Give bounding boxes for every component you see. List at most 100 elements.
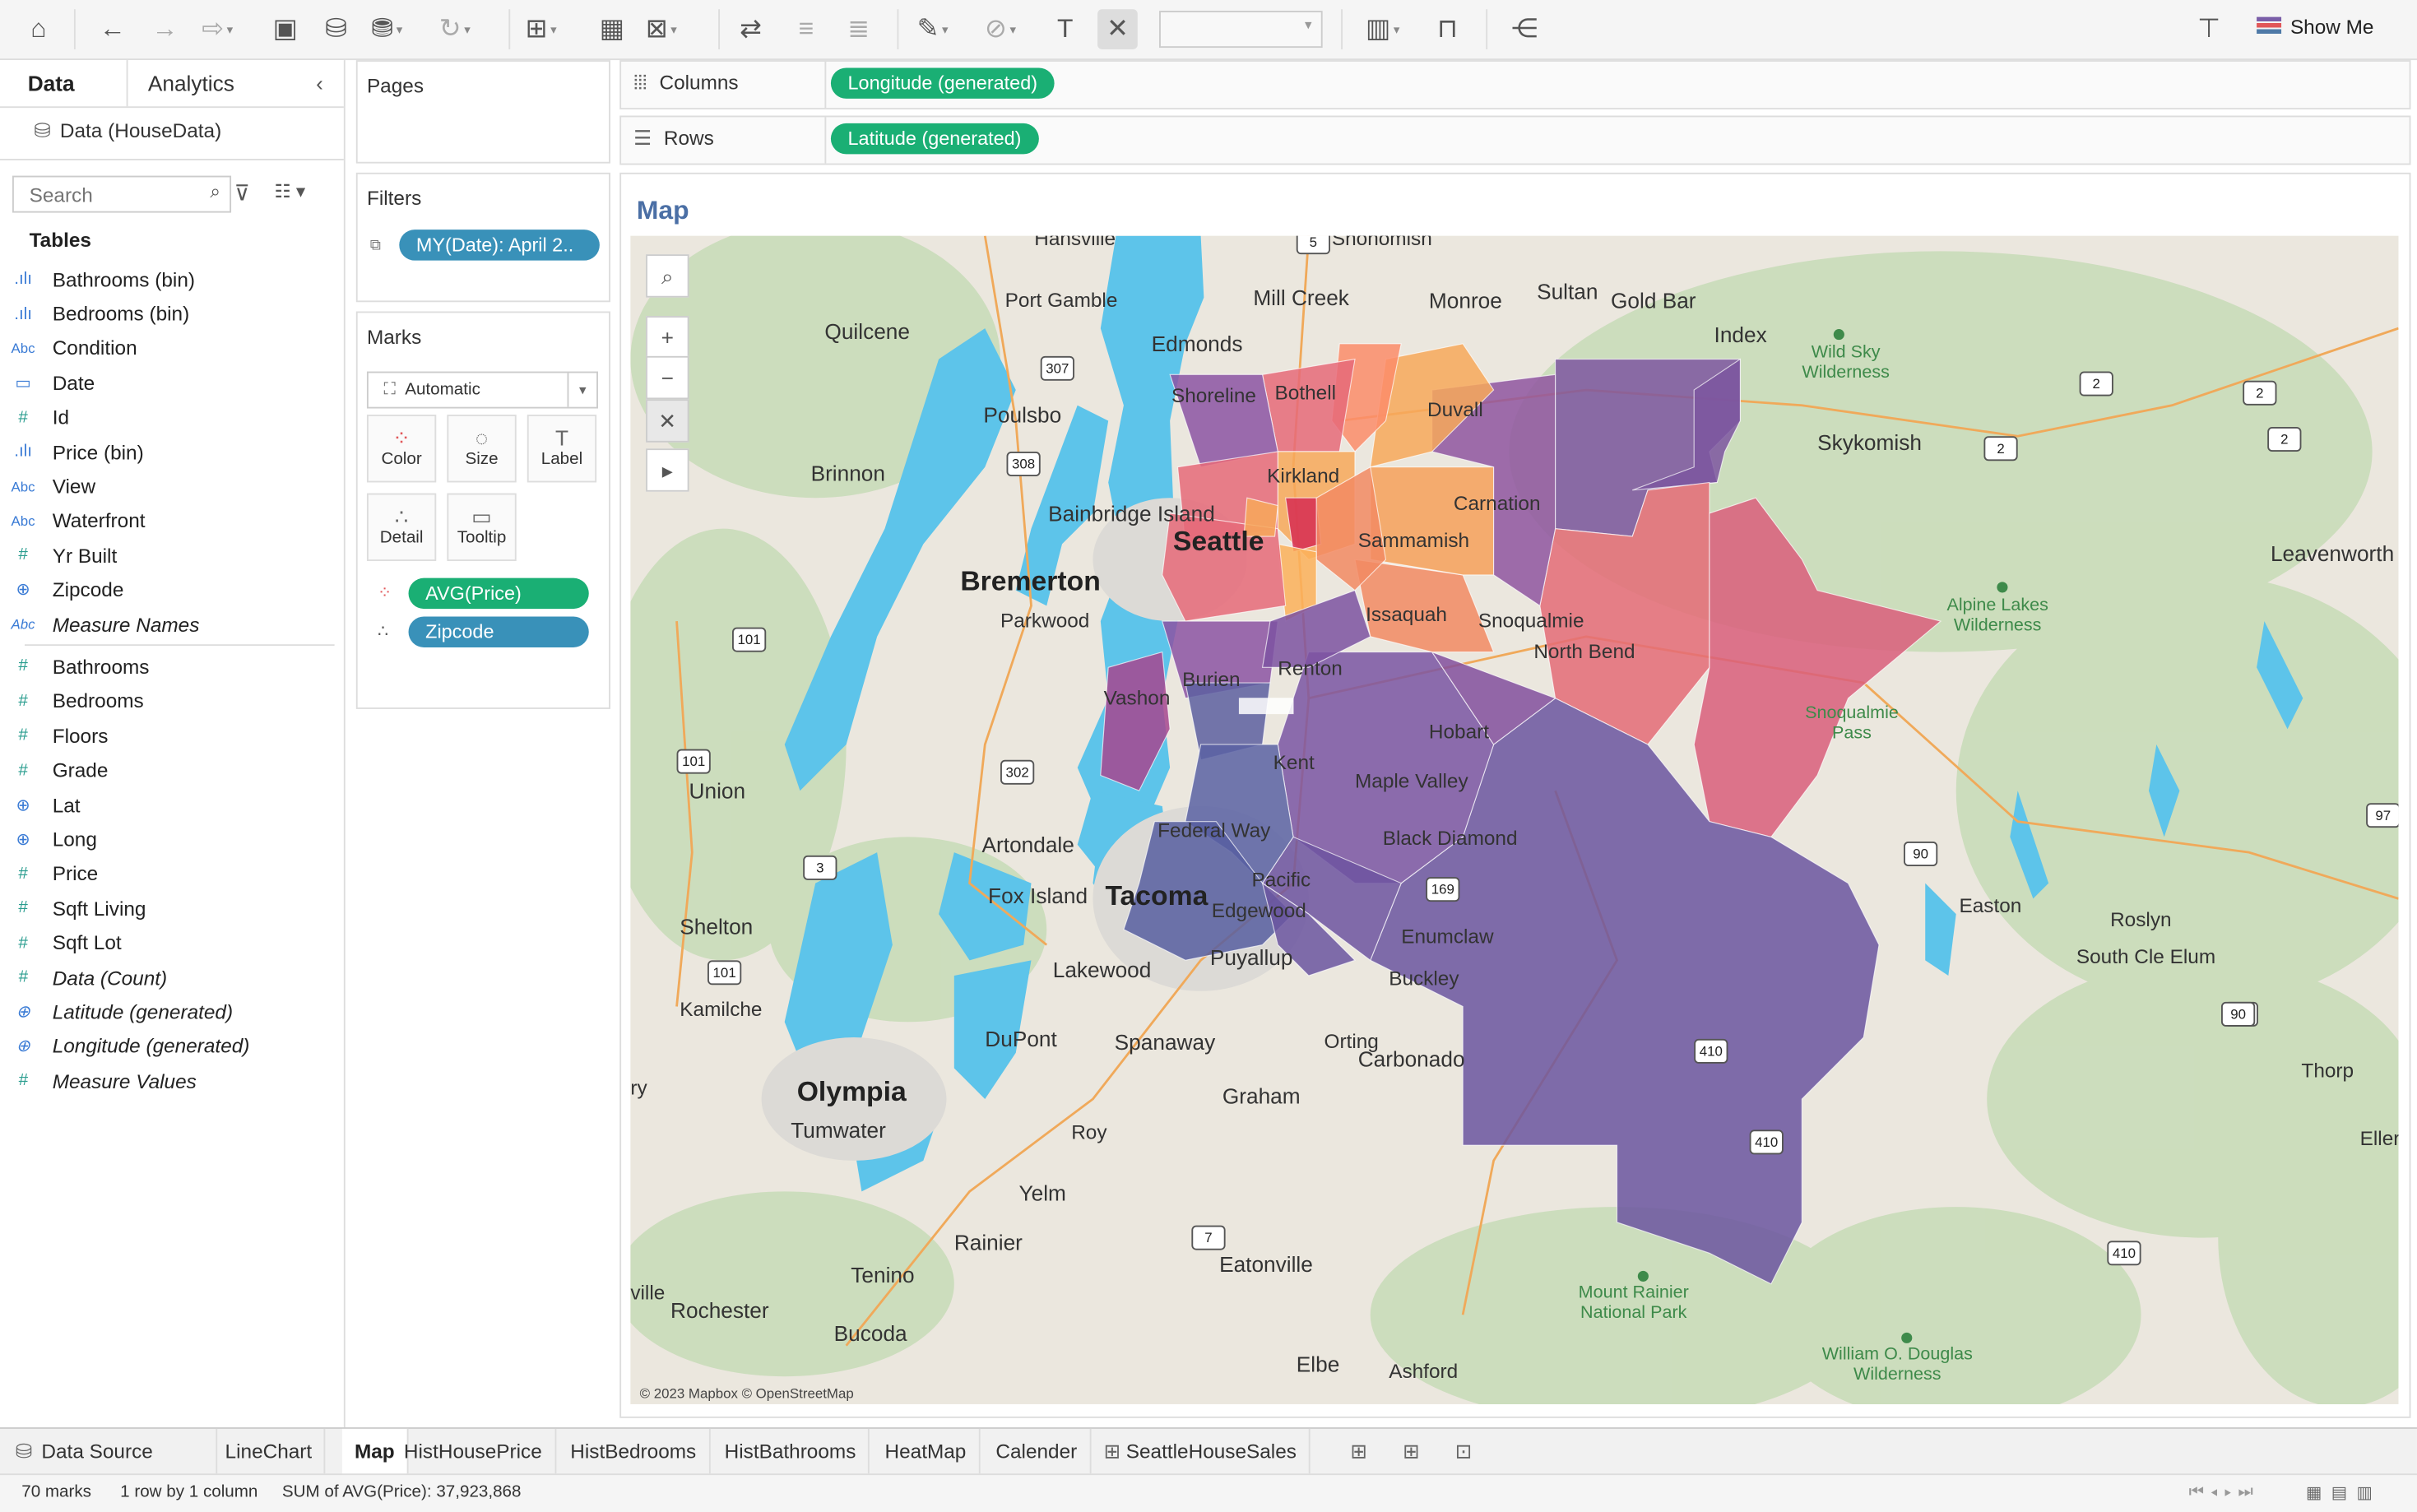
tab-sheet[interactable]: LineChart [213, 1428, 327, 1476]
tab-sheet[interactable]: HeatMap [873, 1428, 981, 1476]
tab-sheet[interactable]: HistBedrooms [558, 1428, 711, 1476]
format-painter-icon[interactable]: ⊤ [2189, 9, 2229, 49]
map-canvas[interactable]: ⌕ + − ✕ ▸ Hansville Snohomish Port Gamble M… [630, 235, 2399, 1404]
search-field[interactable] [26, 179, 202, 210]
filter-icon[interactable]: ⊽ [234, 180, 250, 206]
field-item[interactable]: ⊕ Longitude (generated) [0, 1029, 344, 1064]
rows-shelf[interactable]: ☰ Rows Latitude (generated) [619, 115, 2411, 165]
presentation-icon[interactable]: ⊓ [1427, 9, 1468, 49]
detail-button[interactable]: ∴ Detail [366, 493, 437, 562]
field-item[interactable]: # Bedrooms [0, 684, 344, 718]
filters-card[interactable]: Filters ⧉ MY(Date): April 2.. [355, 172, 610, 303]
mark-type-dropdown[interactable]: ⛶ Automatic ▾ [366, 371, 598, 409]
columns-shelf[interactable]: ⦙⦙⦙ Columns Longitude (generated) [619, 60, 2411, 110]
new-dashboard-icon[interactable]: ⊞ [1390, 1429, 1431, 1475]
show-hide-cards-icon[interactable]: ▥ ▾ [1362, 9, 1403, 49]
show-labels-icon[interactable]: T [1045, 9, 1085, 49]
tab-sheet[interactable]: Calender [983, 1428, 1092, 1476]
zoom-out-icon[interactable]: − [646, 355, 689, 400]
tab-sheet[interactable]: ⊞ SeattleHouseSales [1092, 1428, 1311, 1476]
color-button[interactable]: ⁘ Color [366, 415, 437, 483]
size-button[interactable]: ◌ Size [447, 415, 517, 483]
group-icon[interactable]: ⊘ ▾ [981, 9, 1021, 49]
pause-updates-icon[interactable]: ⛃ ▾ [367, 9, 407, 49]
field-item[interactable]: .ılı Bedrooms (bin) [0, 296, 344, 331]
sort-descending-icon[interactable]: ≣ [838, 9, 879, 49]
undo-icon[interactable]: ← [92, 9, 132, 49]
field-item[interactable]: ⊕ Latitude (generated) [0, 995, 344, 1029]
field-item[interactable]: Abc Condition [0, 331, 344, 365]
map-label-sultan: Sultan [1537, 279, 1598, 304]
columns-pill-longitude[interactable]: Longitude (generated) [830, 67, 1055, 99]
expand-toolbar-icon[interactable]: ▸ [646, 448, 689, 492]
status-sum: SUM of AVG(Price): 37,923,868 [281, 1482, 522, 1501]
field-item[interactable]: # Bathrooms [0, 649, 344, 684]
field-item[interactable]: # Measure Values [0, 1064, 344, 1098]
tab-analytics[interactable]: Analytics [148, 71, 234, 95]
refresh-icon[interactable]: ↻ ▾ [434, 9, 475, 49]
duplicate-sheet-icon[interactable]: ▦ [592, 9, 633, 49]
color-pill-avg-price[interactable]: AVG(Price) [408, 577, 589, 610]
view-options-icon[interactable]: ☷ ▾ [275, 180, 306, 202]
view-title[interactable]: Map [637, 196, 689, 226]
field-item[interactable]: ⊕ Long [0, 822, 344, 856]
tab-data-source[interactable]: ⛁ Data Source [0, 1428, 218, 1476]
field-item[interactable]: Abc Measure Names [0, 607, 344, 642]
field-item[interactable]: Abc Waterfront [0, 503, 344, 538]
field-item[interactable]: # Price [0, 856, 344, 891]
detail-pill-zipcode[interactable]: Zipcode [408, 616, 589, 647]
sheet-nav-icons[interactable]: ⏮◂▸⏭ [2189, 1482, 2260, 1502]
field-item[interactable]: # Data (Count) [0, 960, 344, 995]
field-label: Id [52, 406, 70, 429]
new-datasource-icon[interactable]: ⛁ [316, 9, 356, 49]
pages-card[interactable]: Pages [355, 60, 610, 164]
field-item[interactable]: ⊕ Zipcode [0, 573, 344, 607]
new-worksheet-icon[interactable]: ⊞ ▾ [521, 9, 561, 49]
field-item[interactable]: ⊕ Lat [0, 787, 344, 822]
view-mode-icons[interactable]: ▦▤▥ [2306, 1482, 2382, 1502]
map-label-shoreline: Shoreline [1171, 383, 1256, 407]
field-item[interactable]: # Yr Built [0, 538, 344, 573]
tab-sheet[interactable]: HistHousePrice [392, 1428, 556, 1476]
field-item[interactable]: # Sqft Living [0, 891, 344, 925]
label-button[interactable]: T Label [527, 415, 597, 483]
map-label-elbe: Elbe [1296, 1352, 1340, 1377]
search-input[interactable]: ⌕ [12, 175, 232, 213]
fit-dropdown[interactable]: ▾ [1159, 11, 1323, 49]
field-item[interactable]: Abc View [0, 469, 344, 503]
share-icon[interactable]: ⋲ [1505, 9, 1545, 49]
field-item[interactable]: .ılı Bathrooms (bin) [0, 262, 344, 297]
map-search-icon[interactable]: ⌕ [646, 254, 689, 298]
field-item[interactable]: # Grade [0, 753, 344, 787]
redo-icon[interactable]: → [145, 9, 185, 49]
zoom-in-icon[interactable]: + [646, 316, 689, 359]
highlight-icon[interactable]: ✎ ▾ [912, 9, 953, 49]
field-item[interactable]: .ılı Price (bin) [0, 434, 344, 469]
replay-icon[interactable]: ⇨ ▾ [197, 9, 238, 49]
map-base [630, 235, 2399, 1404]
datasource-item[interactable]: ⛁ Data (HouseData) [34, 118, 221, 143]
save-icon[interactable]: ▣ [265, 9, 305, 49]
map-label-eatonville: Eatonville [1219, 1251, 1313, 1277]
show-me-button[interactable]: Show Me [2256, 16, 2373, 39]
fix-axes-icon[interactable]: ✕ [1097, 9, 1138, 49]
tab-data[interactable]: Data [28, 71, 75, 95]
tooltip-button[interactable]: ▭ Tooltip [447, 493, 517, 562]
swap-icon[interactable]: ⇄ [731, 9, 771, 49]
clear-sheet-icon[interactable]: ⊠ ▾ [641, 9, 681, 49]
sort-ascending-icon[interactable]: ≡ [786, 9, 827, 49]
tab-sheet[interactable]: HistBathrooms [712, 1428, 870, 1476]
field-item[interactable]: # Id [0, 400, 344, 434]
rows-label: Rows [663, 126, 714, 150]
field-item[interactable]: ▭ Date [0, 365, 344, 400]
reset-map-icon[interactable]: ✕ [646, 399, 689, 443]
filter-pill-date[interactable]: MY(Date): April 2.. [399, 230, 600, 261]
home-icon[interactable]: ⌂ [18, 9, 58, 49]
field-item[interactable]: # Floors [0, 718, 344, 753]
new-worksheet-icon[interactable]: ⊞ [1338, 1429, 1379, 1475]
rows-pill-latitude[interactable]: Latitude (generated) [830, 123, 1039, 155]
new-story-icon[interactable]: ⊡ [1443, 1429, 1484, 1475]
toolbar-divider [1486, 9, 1488, 49]
field-item[interactable]: # Sqft Lot [0, 925, 344, 960]
collapse-pane-icon[interactable]: ‹ [316, 71, 323, 95]
